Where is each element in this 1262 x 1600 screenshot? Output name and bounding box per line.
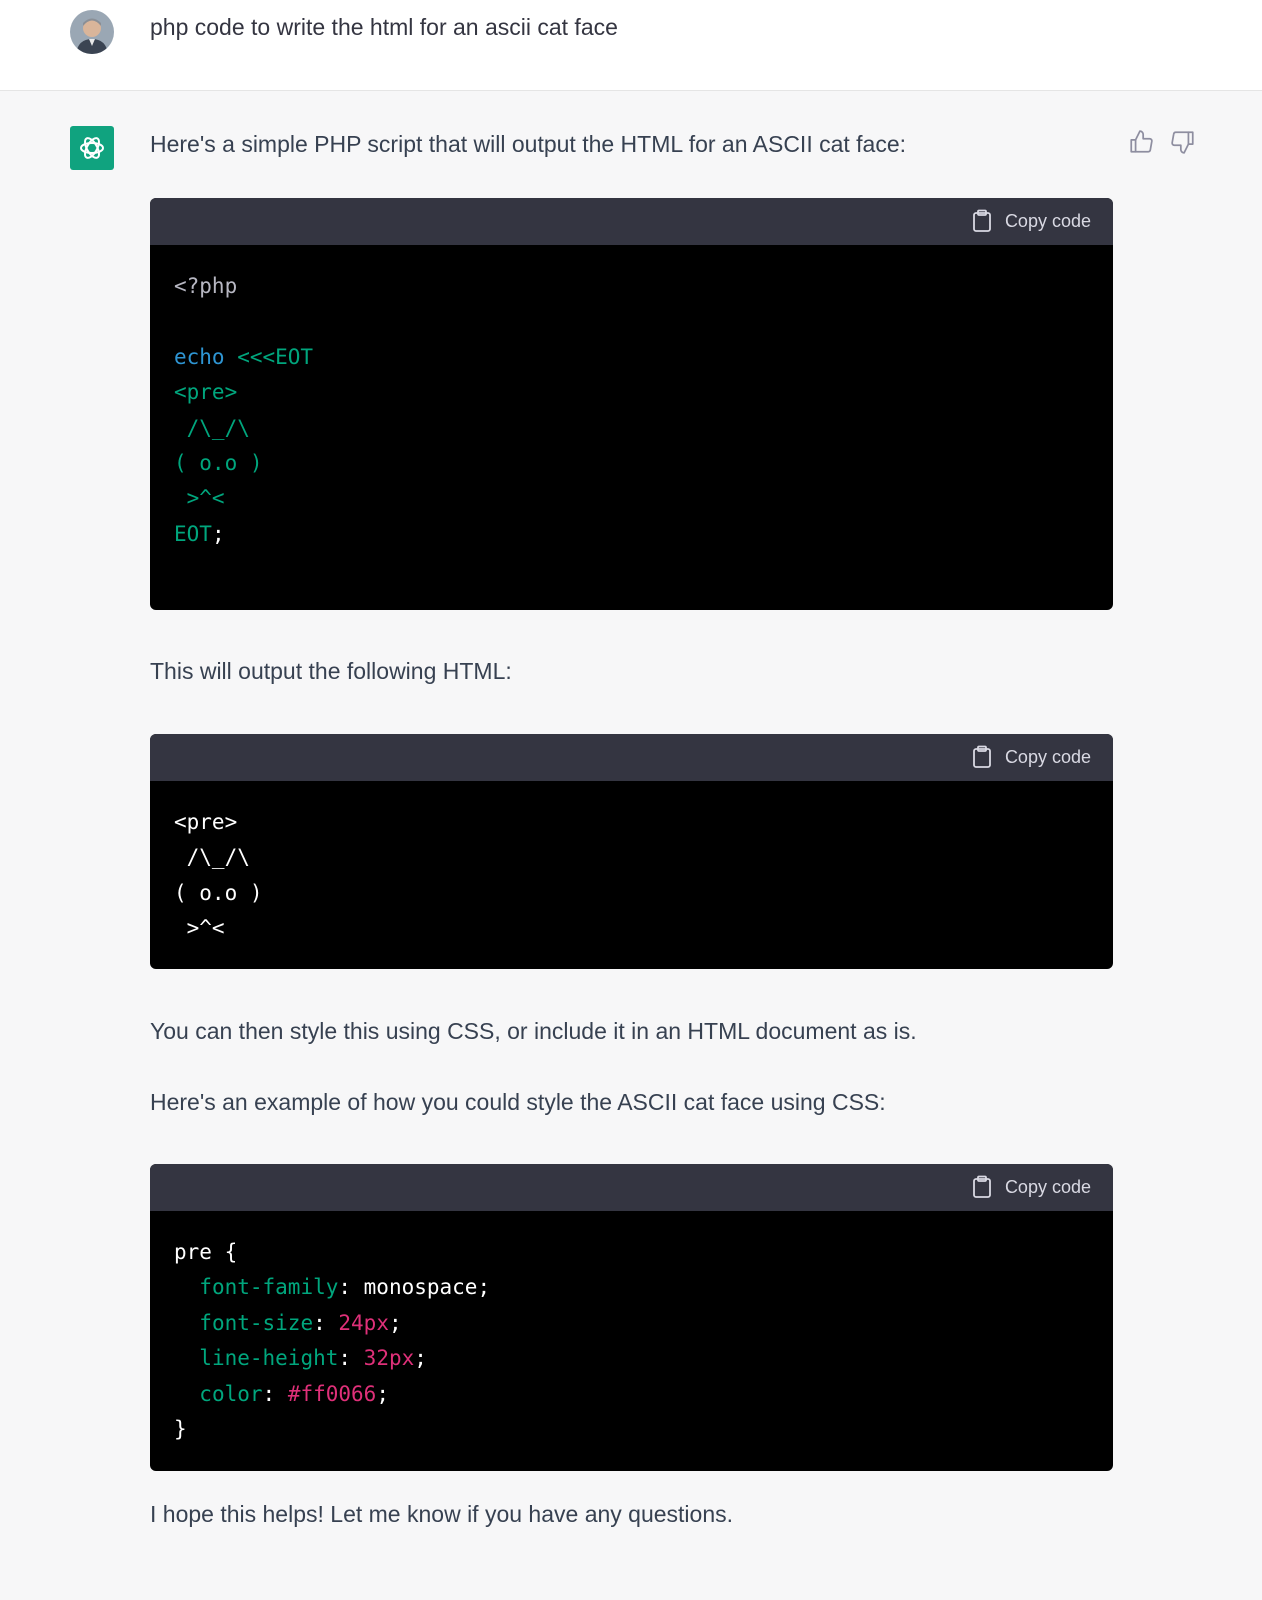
code-line: >^< xyxy=(174,916,225,941)
code-line: <pre> xyxy=(174,810,238,834)
code-line: } xyxy=(174,1417,187,1442)
code-header: Copy code xyxy=(150,734,1113,781)
code-block-php: Copy code <?php echo <<<EOT <pre> /\_/\ … xyxy=(150,198,1113,610)
clipboard-icon xyxy=(973,209,991,232)
copy-code-button[interactable]: Copy code xyxy=(971,1175,1091,1199)
code-heredoc-start: <<<EOT xyxy=(224,344,314,369)
copy-code-button[interactable]: Copy code xyxy=(971,209,1091,233)
example-text: Here's an example of how you could style… xyxy=(150,1089,886,1115)
code-header: Copy code xyxy=(150,1164,1113,1211)
copy-code-label: Copy code xyxy=(1004,1176,1091,1197)
user-message-text: php code to write the html for an ascii … xyxy=(150,14,618,40)
user-avatar xyxy=(70,10,114,54)
openai-logo-icon xyxy=(70,126,114,170)
thumbs-up-icon[interactable] xyxy=(1128,129,1156,157)
intro-text: Here's a simple PHP script that will out… xyxy=(150,131,907,157)
code-line: ( o.o ) xyxy=(174,880,263,905)
code-line: <pre> xyxy=(174,380,238,405)
clipboard-icon xyxy=(973,1175,991,1198)
code-heredoc-end: EOT xyxy=(174,521,212,546)
code-line: /\_/\ xyxy=(174,845,250,870)
output-text: This will output the following HTML: xyxy=(150,658,512,684)
code-line: <?php xyxy=(174,274,238,298)
copy-code-button[interactable]: Copy code xyxy=(971,745,1091,769)
code-line: /\_/\ xyxy=(174,415,250,440)
code-line: >^< xyxy=(174,486,225,511)
clipboard-icon xyxy=(973,745,991,768)
code-keyword: echo xyxy=(174,344,225,369)
code-line: ( o.o ) xyxy=(174,451,263,476)
copy-code-label: Copy code xyxy=(1004,746,1091,767)
code-block-css: Copy code pre { font-family: monospace; … xyxy=(150,1164,1113,1471)
thumbs-down-icon[interactable] xyxy=(1170,129,1198,157)
code-content: <?php echo <<<EOT <pre> /\_/\ ( o.o ) >^… xyxy=(174,274,314,546)
closing-text: I hope this helps! Let me know if you ha… xyxy=(150,1501,734,1527)
style-text: You can then style this using CSS, or in… xyxy=(150,1018,917,1044)
user-message-row: php code to write the html for an ascii … xyxy=(0,0,1262,91)
code-content: <pre> /\_/\ ( o.o ) >^< xyxy=(150,781,1113,947)
assistant-message-row: Here's a simple PHP script that will out… xyxy=(0,91,1262,1600)
code-header: Copy code xyxy=(150,198,1113,245)
code-block-html: Copy code <pre> /\_/\ ( o.o ) >^< xyxy=(150,734,1113,969)
copy-code-label: Copy code xyxy=(1004,210,1091,231)
code-content: pre { font-family: monospace; font-size:… xyxy=(174,1240,491,1442)
code-line: pre { xyxy=(174,1240,238,1264)
